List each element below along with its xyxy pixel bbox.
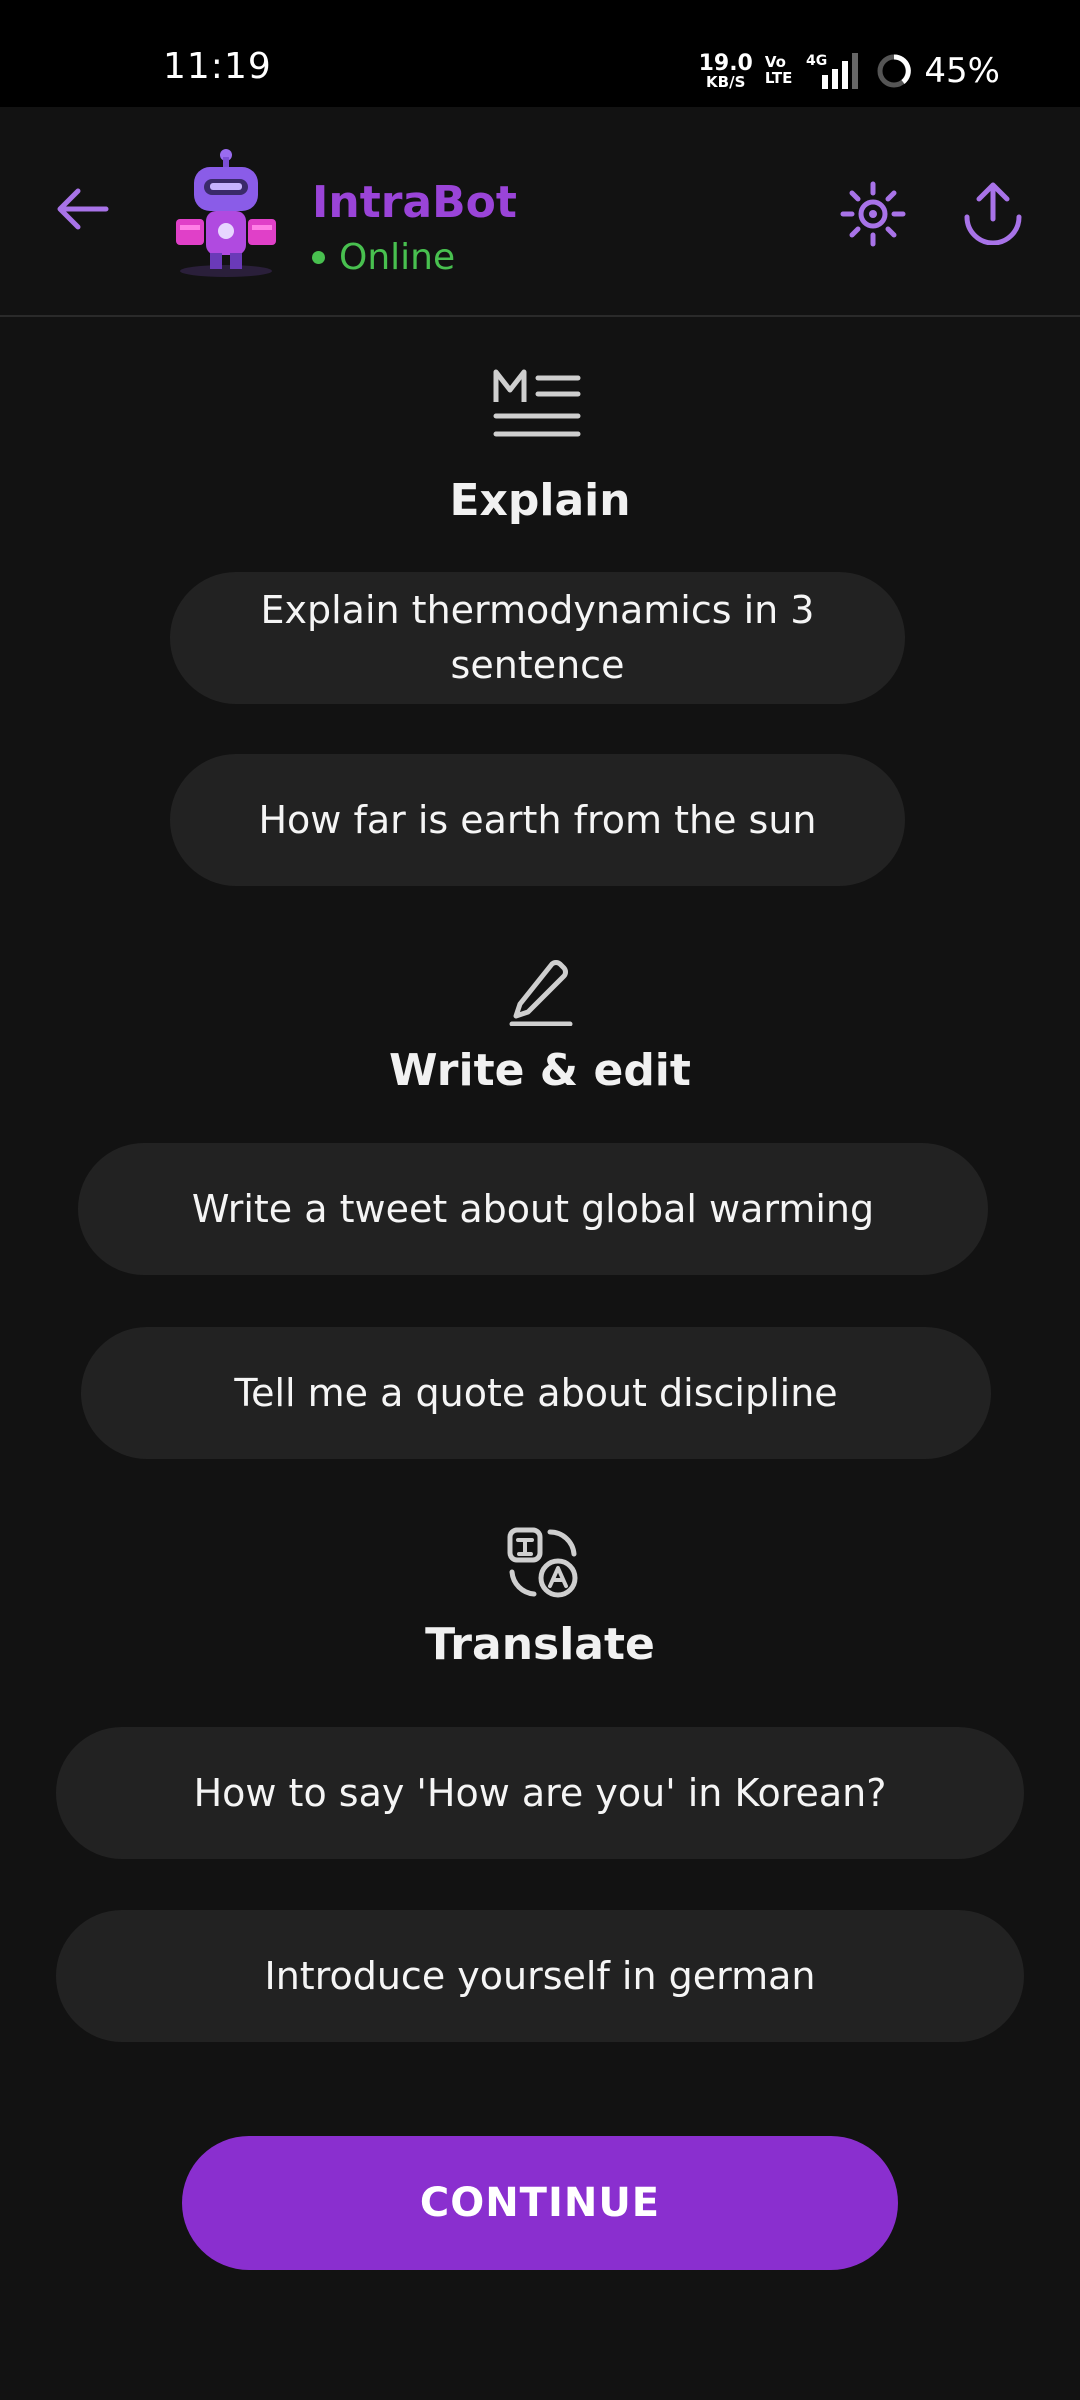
prompt-chip[interactable]: Tell me a quote about discipline xyxy=(81,1327,991,1459)
signal-icon: 4G xyxy=(806,53,859,89)
markdown-text-icon xyxy=(493,369,581,437)
sun-icon[interactable] xyxy=(840,181,906,247)
volte-indicator: Vo LTE xyxy=(764,54,793,87)
battery-ring-icon xyxy=(877,54,912,88)
prompt-chip[interactable]: How far is earth from the sun xyxy=(170,754,905,886)
share-upload-icon[interactable] xyxy=(962,179,1024,245)
network-speed-unit: KB/S xyxy=(706,72,746,91)
translate-icon xyxy=(507,1527,578,1598)
prompt-chip[interactable]: Introduce yourself in german xyxy=(56,1910,1024,2042)
network-speed-value: 19.0 xyxy=(698,50,753,76)
robot-avatar xyxy=(176,149,276,277)
network-speed: 19.0 KB/S xyxy=(698,50,753,91)
section-title-explain: Explain xyxy=(449,475,631,526)
section-title-write-edit: Write & edit xyxy=(389,1045,691,1096)
bot-status: Online xyxy=(312,237,455,278)
prompt-chip[interactable]: Explain thermodynamics in 3 sentence xyxy=(170,572,905,704)
pencil-icon xyxy=(509,960,573,1026)
section-title-translate: Translate xyxy=(425,1619,655,1670)
network-type: 4G xyxy=(806,53,827,69)
status-indicators: 19.0 KB/S Vo LTE 4G 45% xyxy=(699,48,1000,94)
continue-button[interactable]: CONTINUE xyxy=(182,2136,898,2270)
bot-status-text: Online xyxy=(339,237,456,278)
back-arrow-icon[interactable] xyxy=(52,179,112,239)
status-bar: 11:19 19.0 KB/S Vo LTE 4G 45% xyxy=(0,0,1080,107)
prompt-chip[interactable]: How to say 'How are you' in Korean? xyxy=(56,1727,1024,1859)
prompt-chip[interactable]: Write a tweet about global warming xyxy=(78,1143,988,1275)
chat-header: IntraBot Online xyxy=(0,107,1080,317)
bot-name: IntraBot xyxy=(312,177,517,228)
online-dot-icon xyxy=(312,251,325,264)
status-time: 11:19 xyxy=(163,46,272,87)
battery-percent: 45% xyxy=(924,51,1000,91)
volte-bottom: LTE xyxy=(764,69,793,87)
